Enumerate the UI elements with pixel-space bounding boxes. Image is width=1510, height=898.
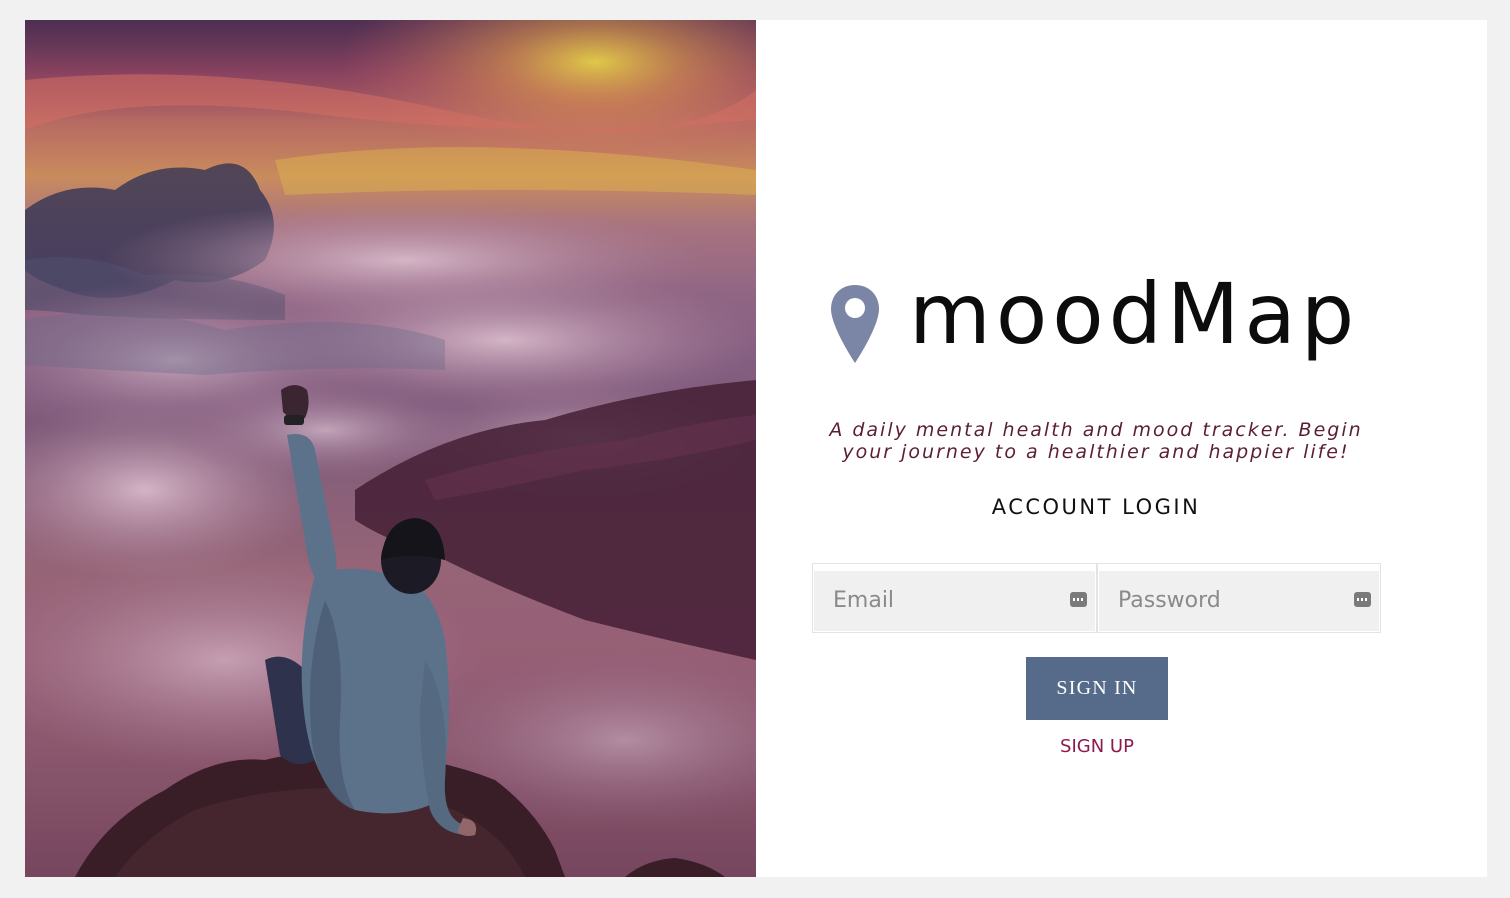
password-manager-icon[interactable]: [1354, 592, 1371, 607]
password-manager-icon[interactable]: [1070, 592, 1087, 607]
map-pin-icon: [831, 285, 879, 363]
password-input[interactable]: [1116, 584, 1340, 616]
email-field-wrapper: [812, 563, 1097, 633]
password-field-wrapper: [1097, 563, 1381, 633]
brand-name: moodMap: [909, 265, 1360, 363]
sign-up-link[interactable]: SIGN UP: [1026, 736, 1168, 757]
tagline: A daily mental health and mood tracker. …: [829, 419, 1363, 463]
hero-image: [25, 20, 756, 877]
email-input[interactable]: [831, 584, 1055, 616]
account-login-title: ACCOUNT LOGIN: [991, 495, 1201, 519]
hero-illustration: [25, 20, 756, 877]
sign-in-button[interactable]: SIGN IN: [1026, 657, 1168, 720]
